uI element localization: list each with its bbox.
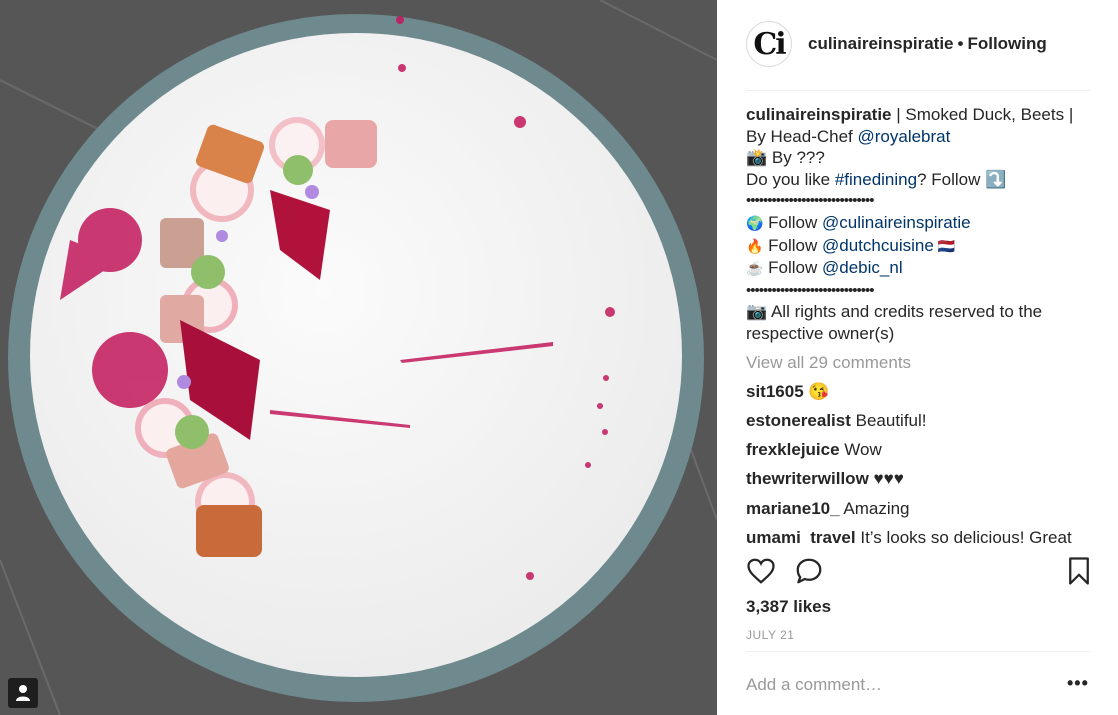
comment-username[interactable]: frexklejuice — [746, 440, 840, 459]
dutch-flag-icon: 🇳🇱 — [933, 237, 956, 254]
plated-dish-image — [0, 0, 717, 715]
follow-link-culinaireinspiratie[interactable]: @culinaireinspiratie — [822, 213, 971, 232]
bookmark-icon[interactable] — [1066, 556, 1092, 591]
caption-line-3: Do you like #finedining? Follow ⤵️ — [746, 169, 1091, 191]
globe-icon: 🌍 — [746, 214, 764, 231]
view-all-comments-link[interactable]: View all 29 comments — [746, 352, 1091, 374]
action-bar — [746, 556, 1092, 590]
comment-text: Amazing — [839, 498, 910, 518]
hashtag-link[interactable]: #finedining — [835, 170, 917, 189]
follow-line-3: ☕ Follow @debic_nl — [746, 257, 1091, 280]
chef-mention-link[interactable]: @royalebrat — [858, 127, 951, 146]
comment-text: Beautiful! — [850, 411, 927, 431]
caption: culinaireinspiratie | Smoked Duck, Beets… — [746, 104, 1091, 345]
post-header: Ci culinaireinspiratie • Following — [746, 18, 1096, 70]
add-comment-input[interactable]: Add a comment… — [746, 675, 882, 695]
fire-icon: 🔥 — [746, 237, 764, 254]
like-count[interactable]: 3,387 likes — [746, 597, 831, 617]
post-side-panel: Ci culinaireinspiratie • Following culinai… — [717, 0, 1118, 715]
avatar[interactable]: Ci — [746, 21, 792, 67]
caption-line-1: culinaireinspiratie | Smoked Duck, Beets… — [746, 104, 1091, 147]
comment-item: frexklejuice Wow — [746, 439, 1091, 461]
user-tag-icon[interactable] — [8, 678, 38, 708]
comment-username[interactable]: mariane10_ — [746, 499, 840, 518]
caption-line-2: 📸 By ??? — [746, 148, 825, 168]
comments-list[interactable]: culinaireinspiratie | Smoked Duck, Beets… — [746, 104, 1091, 544]
comment-item: umami_travel It’s looks so delicious! Gr… — [746, 527, 1091, 544]
post-photo[interactable] — [0, 0, 717, 715]
header-username[interactable]: culinaireinspiratie — [808, 34, 954, 53]
caption-line-3-b: ? Follow ⤵️ — [917, 169, 1007, 189]
caption-dots-1: •••••••••••••••••••••••••••••• — [746, 192, 875, 210]
follow-link-dutchcuisine[interactable]: @dutchcuisine — [822, 236, 934, 255]
coffee-icon: ☕ — [746, 260, 764, 277]
comment-item: sit1605 😘 — [746, 381, 1091, 403]
speech-bubble-icon[interactable] — [794, 556, 824, 591]
caption-line-3-a: Do you like — [746, 169, 835, 189]
follow-line-1: 🌍 Follow @culinaireinspiratie — [746, 212, 1091, 235]
caption-username[interactable]: culinaireinspiratie — [746, 105, 892, 124]
comment-username[interactable]: umami_travel — [746, 528, 856, 544]
follow-link-debic[interactable]: @debic_nl — [822, 258, 903, 277]
comment-text: 😘 — [803, 382, 830, 402]
more-options-icon[interactable]: ••• — [1067, 673, 1089, 694]
comment-username[interactable]: estonerealist — [746, 411, 851, 430]
comment-username[interactable]: thewriterwillow — [746, 469, 869, 488]
comment-text: ♥♥♥ — [868, 469, 904, 489]
comment-username[interactable]: sit1605 — [746, 382, 804, 401]
comment-text: It’s looks so delicious! Great — [855, 527, 1072, 544]
follow-word-3: Follow — [763, 258, 823, 278]
header-divider — [746, 90, 1090, 91]
post-date: JULY 21 — [746, 628, 795, 642]
comment-text: Wow — [839, 440, 882, 460]
caption-rights: 📷 All rights and credits reserved to the… — [746, 302, 1043, 343]
separator-dot: • — [957, 34, 964, 53]
follow-word-2: Follow — [763, 235, 823, 255]
comment-box-divider — [746, 651, 1090, 652]
follow-status-button[interactable]: Following — [967, 34, 1046, 53]
follow-word-1: Follow — [763, 212, 823, 232]
caption-dots-2: •••••••••••••••••••••••••••••• — [746, 281, 875, 299]
follow-line-2: 🔥 Follow @dutchcuisine 🇳🇱 — [746, 235, 1091, 258]
comment-item: mariane10_ Amazing — [746, 498, 1091, 520]
header-text: culinaireinspiratie • Following — [808, 34, 1047, 54]
comment-item: thewriterwillow ♥♥♥ — [746, 468, 1091, 490]
comment-item: estonerealist Beautiful! — [746, 410, 1091, 432]
heart-icon[interactable] — [746, 556, 776, 591]
